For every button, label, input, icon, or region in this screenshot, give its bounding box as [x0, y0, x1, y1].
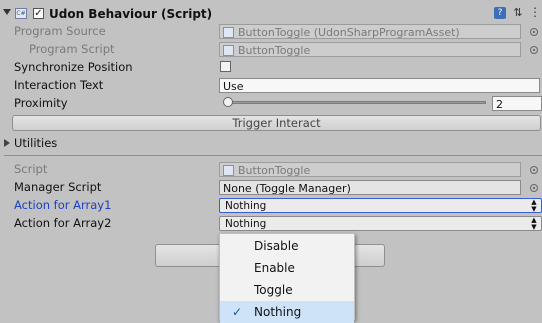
action-array2-value: Nothing	[225, 218, 267, 230]
script-value: ButtonToggle	[238, 164, 311, 177]
program-script-picker-icon[interactable]	[530, 46, 538, 54]
interaction-text-input[interactable]: Use	[219, 78, 540, 93]
proximity-label: Proximity	[14, 96, 68, 110]
component-header: C# ✓ Udon Behaviour (Script) ? ⇅ ⋮	[0, 5, 542, 23]
script-picker-icon[interactable]	[530, 166, 538, 174]
program-source-field[interactable]: ButtonToggle (UdonSharpProgramAsset)	[219, 24, 521, 39]
script-file-icon	[223, 164, 234, 176]
proximity-slider-track[interactable]	[224, 101, 486, 104]
program-source-label: Program Source	[14, 24, 106, 38]
program-source-picker-icon[interactable]	[530, 28, 538, 36]
program-script-label: Program Script	[29, 42, 115, 56]
action-array2-dropdown[interactable]: Nothing ▲ ▼	[219, 216, 542, 231]
dropdown-option-toggle[interactable]: Toggle	[220, 279, 354, 301]
help-book-icon[interactable]: ?	[494, 7, 506, 19]
manager-script-picker-icon[interactable]	[530, 184, 538, 192]
proximity-value-input[interactable]: 2	[492, 96, 542, 111]
selected-check-icon: ✓	[232, 305, 243, 319]
dropdown-arrows-icon: ▲ ▼	[531, 198, 537, 213]
trigger-interact-button[interactable]: Trigger Interact	[12, 115, 541, 131]
manager-script-label: Manager Script	[14, 180, 102, 194]
settings-gear-icon[interactable]: ⋮	[529, 6, 541, 18]
section-divider	[4, 155, 542, 156]
proximity-slider-thumb[interactable]	[223, 97, 233, 107]
action-array1-value: Nothing	[225, 200, 267, 212]
utilities-foldout-arrow-icon[interactable]	[4, 139, 10, 147]
component-enabled-checkbox[interactable]: ✓	[33, 8, 44, 19]
component-title: Udon Behaviour (Script)	[49, 7, 213, 21]
manager-script-field[interactable]: None (Toggle Manager)	[219, 180, 521, 195]
action-array2-label: Action for Array2	[14, 216, 112, 230]
dropdown-option-enable[interactable]: Enable	[220, 257, 354, 279]
sync-position-label: Synchronize Position	[14, 60, 133, 74]
dropdown-option-nothing-label: Nothing	[254, 305, 302, 319]
action-dropdown-popup: Disable Enable Toggle ✓ Nothing	[219, 233, 355, 323]
script-label: Script	[14, 162, 48, 176]
dropdown-option-disable[interactable]: Disable	[220, 235, 354, 257]
action-array1-label: Action for Array1	[14, 198, 112, 212]
program-script-field[interactable]: ButtonToggle	[219, 42, 521, 57]
foldout-arrow-icon[interactable]	[3, 9, 11, 15]
script-asset-icon	[223, 44, 234, 56]
program-source-value: ButtonToggle (UdonSharpProgramAsset)	[238, 26, 460, 39]
script-field[interactable]: ButtonToggle	[219, 162, 521, 177]
interaction-text-label: Interaction Text	[14, 78, 104, 92]
udon-script-icon: C#	[15, 8, 27, 19]
utilities-foldout-label[interactable]: Utilities	[14, 134, 57, 152]
presets-sliders-icon[interactable]: ⇅	[512, 7, 524, 19]
action-array1-dropdown[interactable]: Nothing ▲ ▼	[219, 198, 542, 213]
udon-asset-icon	[223, 26, 234, 38]
program-script-value: ButtonToggle	[238, 44, 311, 57]
dropdown-arrows-icon: ▲ ▼	[531, 216, 537, 231]
dropdown-option-nothing[interactable]: ✓ Nothing	[220, 301, 354, 323]
sync-position-checkbox[interactable]	[220, 61, 231, 72]
